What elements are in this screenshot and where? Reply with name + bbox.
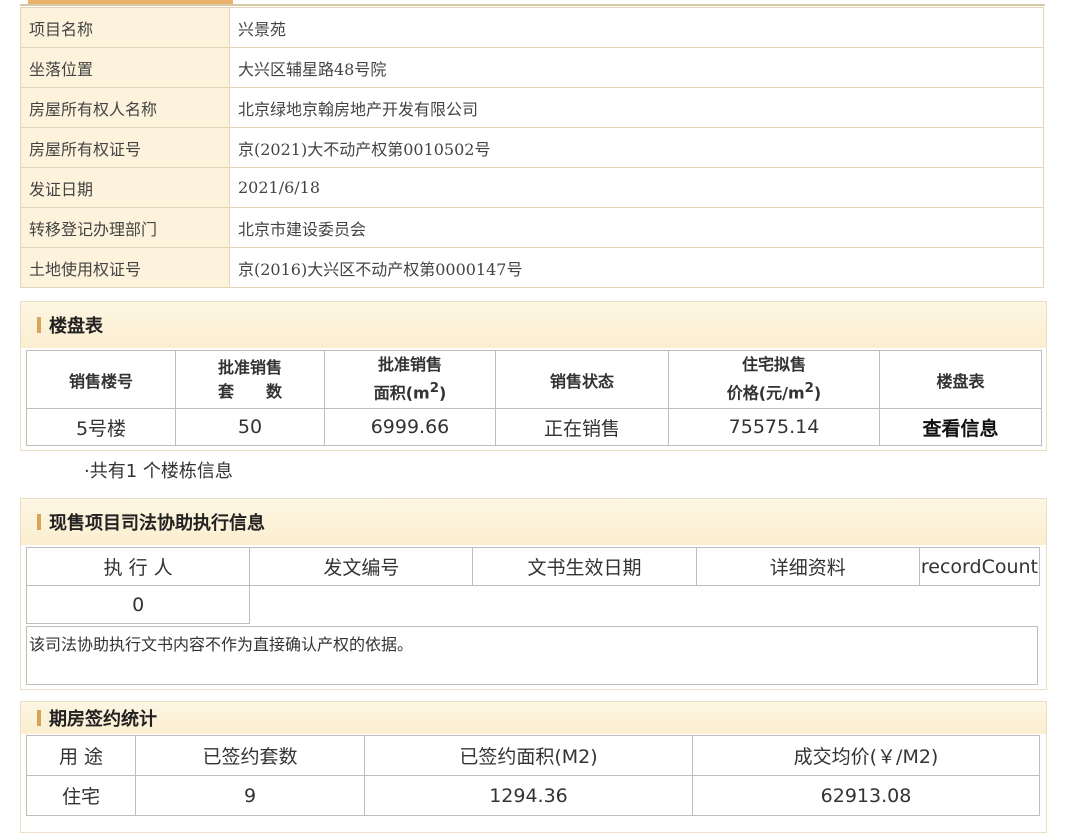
info-row-owner: 房屋所有权人名称 北京绿地京翰房地产开发有限公司 — [20, 87, 1044, 128]
col-table: 楼盘表 — [879, 350, 1042, 409]
judicial-title: 现售项目司法协助执行信息 — [49, 513, 265, 534]
building-count-note: ·共有1 个楼栋信息 — [84, 461, 233, 482]
judicial-note: 该司法协助执行文书内容不作为直接确认产权的依据。 — [26, 626, 1038, 685]
contracts-panel: 期房签约统计 用 途 已签约套数 已签约面积(M2) 成交均价(￥/M2) 住宅… — [20, 701, 1047, 833]
record-count-value: 0 — [25, 585, 251, 624]
contracts-grid-header: 用 途 已签约套数 已签约面积(M2) 成交均价(￥/M2) — [26, 735, 1040, 776]
info-row-project-name: 项目名称 兴景苑 — [20, 7, 1044, 48]
contracts-grid: 用 途 已签约套数 已签约面积(M2) 成交均价(￥/M2) 住宅 9 1294… — [26, 735, 1040, 816]
table-row: 住宅 9 1294.36 62913.08 — [26, 775, 1040, 816]
col-sale-status: 销售状态 — [495, 350, 669, 409]
col-building-no: 销售楼号 — [26, 350, 176, 409]
table-row: 5号楼 50 6999.66 正在销售 75575.14 查看信息 — [26, 408, 1042, 446]
building-grid: 销售楼号 批准销售套 数 批准销售 面积(m2) 销售状态 住宅拟售 价格(元/m2… — [26, 350, 1042, 446]
view-info-link[interactable]: 查看信息 — [879, 408, 1042, 446]
contracts-title: 期房签约统计 — [49, 709, 157, 730]
col-approved-area: 批准销售 面积(m2) — [324, 350, 496, 409]
section-bar-icon — [37, 317, 41, 333]
col-approved-units: 批准销售套 数 — [175, 350, 325, 409]
info-row-certificate: 房屋所有权证号 京(2021)大不动产权第0010502号 — [20, 127, 1044, 168]
table-row: 0 — [25, 585, 1040, 624]
section-bar-icon — [37, 710, 41, 726]
building-table-panel: 楼盘表 销售楼号 批准销售套 数 批准销售 面积(m2) 销售状态 住宅拟售 价格(… — [20, 301, 1047, 451]
judicial-header: 现售项目司法协助执行信息 — [21, 499, 1046, 545]
top-divider — [20, 4, 1045, 6]
judicial-grid: 执 行 人 发文编号 文书生效日期 详细资料 recordCount 0 — [25, 547, 1041, 624]
section-bar-icon — [37, 514, 41, 530]
building-table-header: 楼盘表 — [21, 302, 1046, 348]
info-row-land-certificate: 土地使用权证号 京(2016)大兴区不动产权第0000147号 — [20, 247, 1044, 288]
project-info-table: 项目名称 兴景苑 坐落位置 大兴区辅星路48号院 房屋所有权人名称 北京绿地京翰房地产… — [20, 7, 1044, 288]
judicial-panel: 现售项目司法协助执行信息 执 行 人 发文编号 文书生效日期 详细资料 reco… — [20, 498, 1047, 690]
info-row-issue-date: 发证日期 2021/6/18 — [20, 167, 1044, 208]
col-price: 住宅拟售 价格(元/m2) — [668, 350, 880, 409]
building-grid-header: 销售楼号 批准销售套 数 批准销售 面积(m2) 销售状态 住宅拟售 价格(元/m2… — [26, 350, 1042, 409]
building-table-title: 楼盘表 — [49, 316, 103, 337]
info-row-department: 转移登记办理部门 北京市建设委员会 — [20, 207, 1044, 248]
contracts-header: 期房签约统计 — [21, 702, 1046, 734]
info-row-location: 坐落位置 大兴区辅星路48号院 — [20, 47, 1044, 88]
judicial-grid-header: 执 行 人 发文编号 文书生效日期 详细资料 recordCount — [25, 547, 1041, 586]
